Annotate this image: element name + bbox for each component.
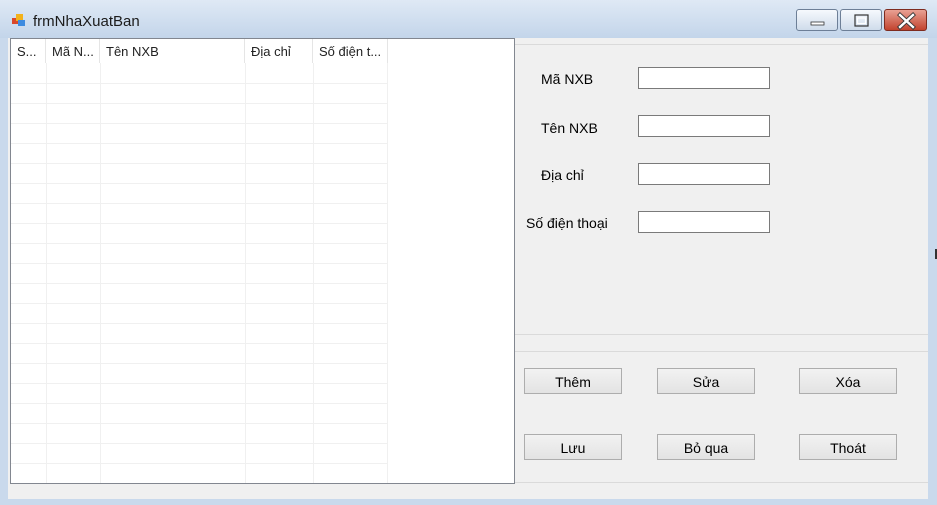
column-header-ten-nxb[interactable]: Tên NXB [100, 39, 245, 63]
close-icon [897, 12, 916, 30]
ten-nxb-input[interactable] [638, 115, 770, 137]
minimize-icon [810, 21, 825, 26]
minimize-button[interactable] [796, 9, 838, 31]
bottom-divider [515, 482, 928, 483]
column-header-stt[interactable]: S... [11, 39, 46, 63]
xoa-button[interactable]: Xóa [799, 368, 897, 394]
ma-nxb-input[interactable] [638, 67, 770, 89]
dia-chi-input[interactable] [638, 163, 770, 185]
middle-divider [515, 334, 928, 335]
maximize-button[interactable] [840, 9, 882, 31]
top-divider [515, 44, 928, 45]
luu-button[interactable]: Lưu [524, 434, 622, 460]
grid-header: S... Mã N... Tên NXB Địa chỉ Số điện t..… [11, 39, 514, 63]
bo-qua-button[interactable]: Bỏ qua [657, 434, 755, 460]
ma-nxb-label: Mã NXB [541, 71, 594, 87]
column-header-so-dien-thoai[interactable]: Số điện t... [313, 39, 388, 63]
button-area-divider [515, 351, 928, 352]
thoat-button[interactable]: Thoát [799, 434, 897, 460]
publisher-data-grid[interactable]: S... Mã N... Tên NXB Địa chỉ Số điện t..… [10, 38, 515, 484]
dia-chi-label: Địa chỉ [541, 167, 584, 183]
window-title: frmNhaXuatBan [33, 13, 140, 30]
so-dien-thoai-label: Số điện thoại [526, 215, 608, 231]
them-button[interactable]: Thêm [524, 368, 622, 394]
title-bar: frmNhaXuatBan [0, 0, 937, 38]
column-header-dia-chi[interactable]: Địa chỉ [245, 39, 313, 63]
sua-button[interactable]: Sửa [657, 368, 755, 394]
close-button[interactable] [884, 9, 927, 31]
column-header-ma-nxb[interactable]: Mã N... [46, 39, 100, 63]
so-dien-thoai-input[interactable] [638, 211, 770, 233]
form-client-area: S... Mã N... Tên NXB Địa chỉ Số điện t..… [8, 38, 928, 499]
maximize-icon [854, 14, 869, 27]
app-form-icon [12, 14, 25, 26]
edit-panel: Mã NXB Tên NXB Địa chỉ Số điện thoại Thê… [515, 38, 928, 499]
ten-nxb-label: Tên NXB [541, 120, 598, 136]
